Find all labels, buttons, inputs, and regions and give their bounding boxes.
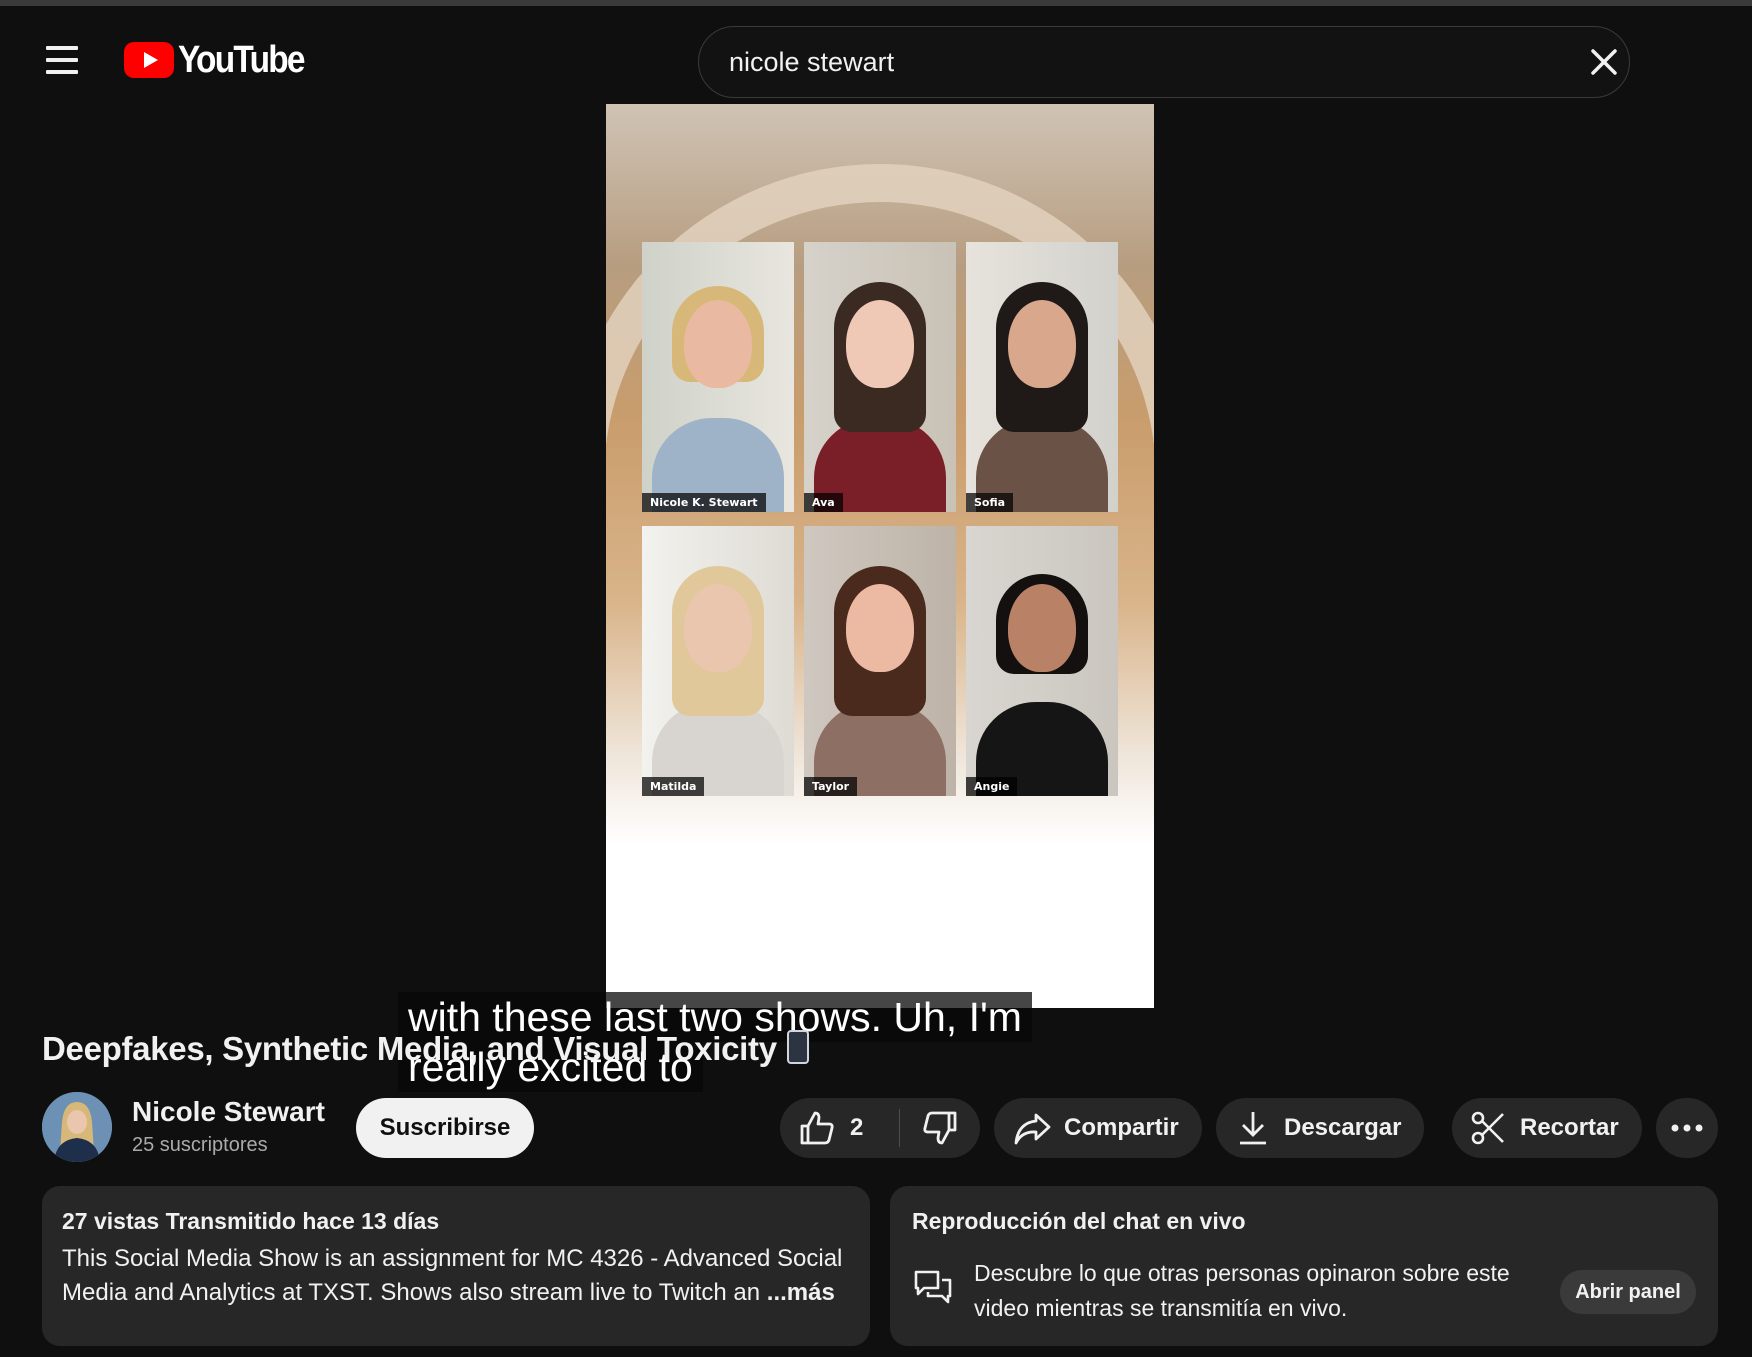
youtube-logo[interactable]: YouTube: [124, 36, 321, 84]
participant-tile: Matilda: [642, 526, 794, 796]
clip-button[interactable]: Recortar: [1452, 1098, 1642, 1158]
video-frame[interactable]: Nicole K. Stewart Ava Sofia Matilda Tayl…: [606, 104, 1154, 1008]
masthead: YouTube: [0, 6, 1752, 106]
participant-tile: Angie: [966, 526, 1118, 796]
thumbs-up-icon: [800, 1111, 834, 1145]
chat-replay-description: Descubre lo que otras personas opinaron …: [974, 1260, 1510, 1321]
like-count: 2: [850, 1114, 864, 1141]
participant-tile: Sofia: [966, 242, 1118, 512]
mobile-phone-icon: [786, 1030, 809, 1064]
subscribe-button[interactable]: Suscribirse: [356, 1098, 534, 1158]
channel-name[interactable]: Nicole Stewart: [132, 1096, 325, 1128]
participant-name: Sofia: [966, 493, 1014, 512]
view-stats: 27 vistas Transmitido hace 13 días: [62, 1208, 440, 1234]
video-title-text: Deepfakes, Synthetic Media, and Visual T…: [42, 1030, 777, 1067]
dislike-button[interactable]: [900, 1098, 980, 1158]
chat-bubbles-icon: [914, 1270, 952, 1304]
description-box[interactable]: 27 vistas Transmitido hace 13 días This …: [42, 1186, 870, 1346]
show-more-link[interactable]: ...más: [767, 1279, 835, 1306]
participant-name: Taylor: [804, 777, 858, 796]
participant-tile: Taylor: [804, 526, 956, 796]
participant-tile: Nicole K. Stewart: [642, 242, 794, 512]
more-horizontal-icon: [1671, 1124, 1703, 1132]
close-icon: [1591, 49, 1617, 75]
video-title: Deepfakes, Synthetic Media, and Visual T…: [42, 1030, 809, 1068]
menu-icon[interactable]: [38, 36, 86, 84]
search-box: [698, 26, 1630, 98]
share-button[interactable]: Compartir: [994, 1098, 1202, 1158]
scissors-icon: [1471, 1111, 1504, 1145]
download-label: Descargar: [1284, 1114, 1402, 1141]
clear-search-button[interactable]: [1579, 37, 1629, 87]
download-button[interactable]: Descargar: [1216, 1098, 1424, 1158]
youtube-play-icon: [124, 42, 174, 78]
thumbs-down-icon: [923, 1111, 957, 1145]
live-chat-replay: Reproducción del chat en vivo Descubre l…: [890, 1186, 1718, 1346]
search-input[interactable]: [727, 27, 1481, 97]
more-actions-button[interactable]: [1656, 1098, 1718, 1158]
channel-avatar[interactable]: [42, 1092, 112, 1162]
logo-text: YouTube: [178, 38, 306, 81]
search-button[interactable]: [1629, 27, 1630, 97]
avatar-image: [42, 1092, 112, 1162]
participant-name: Angie: [966, 777, 1018, 796]
share-icon: [1014, 1113, 1051, 1145]
download-icon: [1240, 1112, 1266, 1145]
description-body: This Social Media Show is an assignment …: [62, 1245, 843, 1306]
chat-replay-heading: Reproducción del chat en vivo: [912, 1208, 1246, 1234]
like-button[interactable]: 2: [780, 1098, 899, 1158]
participant-tile: Ava: [804, 242, 956, 512]
video-player[interactable]: Nicole K. Stewart Ava Sofia Matilda Tayl…: [0, 104, 1752, 1092]
participant-name: Matilda: [642, 777, 705, 796]
like-dislike-group: 2: [780, 1098, 980, 1158]
description-text: This Social Media Show is an assignment …: [62, 1242, 862, 1310]
participant-name: Nicole K. Stewart: [642, 493, 766, 512]
clip-label: Recortar: [1520, 1114, 1619, 1141]
open-panel-button[interactable]: Abrir panel: [1560, 1270, 1696, 1314]
participant-name: Ava: [804, 493, 843, 512]
share-label: Compartir: [1064, 1114, 1179, 1141]
subscriber-count: 25 suscriptores: [132, 1134, 268, 1156]
